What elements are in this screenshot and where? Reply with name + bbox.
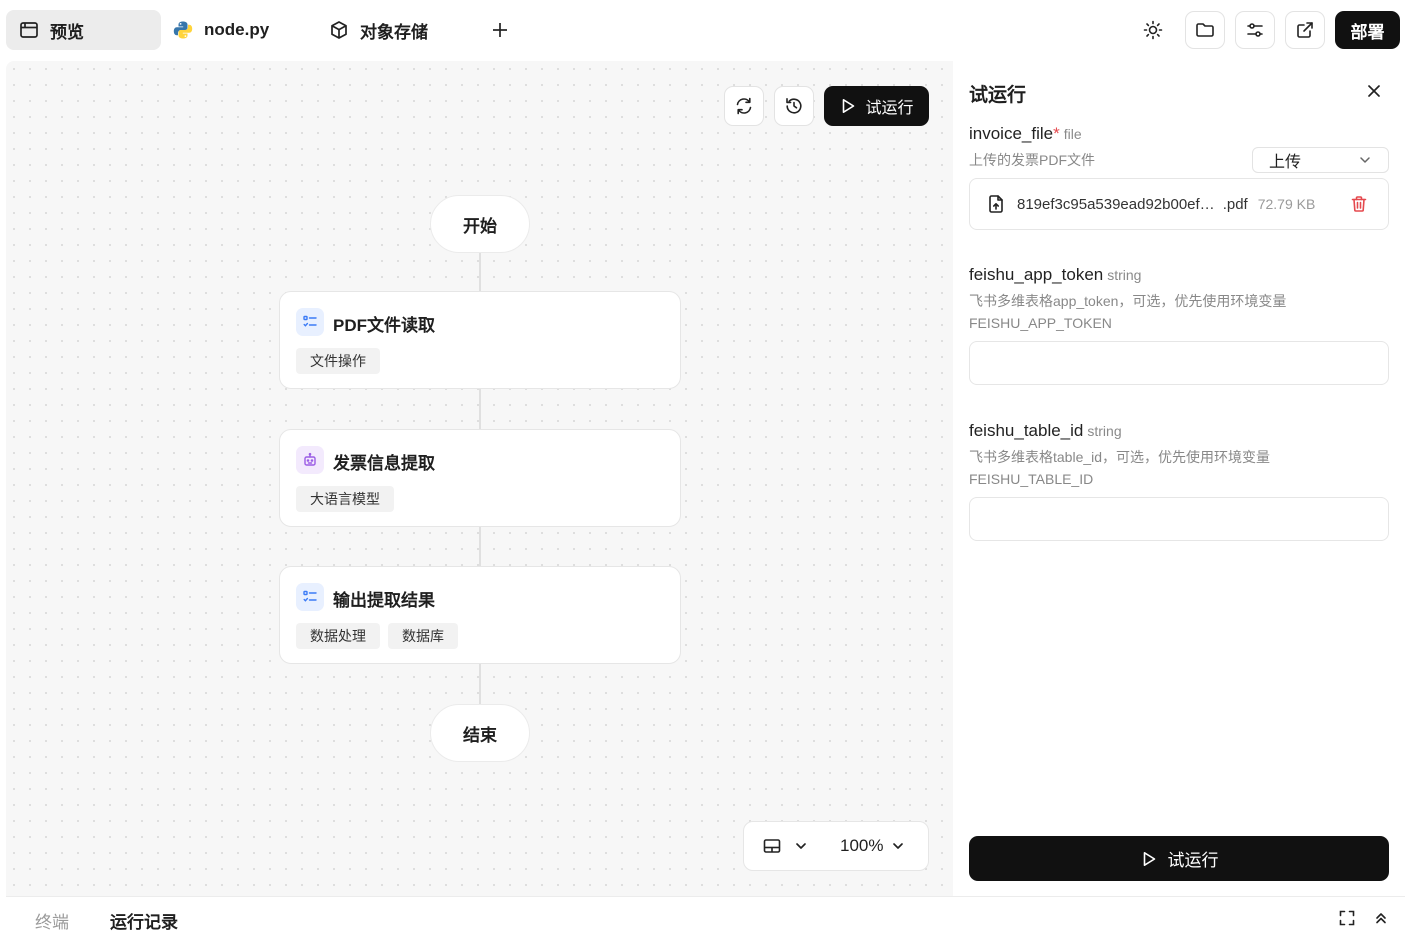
node-title: PDF文件读取 (333, 316, 435, 335)
file-name: 819ef3c95a539ead92b00ef… (1017, 195, 1215, 213)
list-icon (296, 308, 324, 336)
canvas-controls: 100% (743, 821, 929, 871)
field-label-feishu-table-id: feishu_table_id string (969, 421, 1122, 441)
top-bar: 预览 node.py 对象存储 部署 (0, 0, 1413, 60)
window-icon (18, 19, 40, 41)
delete-file-button[interactable] (1350, 195, 1368, 218)
python-icon (172, 19, 194, 41)
workflow-node-pdf-read[interactable]: PDF文件读取 文件操作 (279, 291, 681, 389)
node-tag: 文件操作 (296, 348, 380, 374)
external-link-icon (1297, 22, 1313, 38)
submit-run-label: 试运行 (1167, 851, 1219, 870)
field-desc: 飞书多维表格table_id，可选，优先使用环境变量FEISHU_TABLE_I… (969, 449, 1271, 487)
bottom-panel-bar: 终端 运行记录 (6, 896, 1405, 938)
tab-object-storage[interactable]: 对象存储 (316, 10, 471, 50)
tab-node-py[interactable]: node.py (160, 10, 300, 50)
expand-panel-button[interactable] (1371, 908, 1391, 928)
node-title: 发票信息提取 (333, 454, 435, 473)
theme-toggle-button[interactable] (1133, 11, 1173, 49)
file-ext: .pdf (1222, 195, 1248, 213)
flow-connector (479, 251, 481, 291)
node-tag: 数据处理 (296, 623, 380, 649)
refresh-button[interactable] (724, 86, 764, 126)
tab-label: 对象存储 (360, 22, 428, 42)
field-type: string (1107, 267, 1142, 283)
flow-connector (479, 389, 481, 429)
tab-run-history[interactable]: 运行记录 (110, 908, 178, 933)
field-type: string (1087, 423, 1122, 439)
history-icon (786, 98, 802, 114)
zoom-select[interactable]: 100% (840, 836, 905, 856)
file-upload-icon (989, 195, 1003, 213)
tab-terminal[interactable]: 终端 (35, 908, 69, 933)
chevron-down-icon (1360, 157, 1370, 163)
workflow-node-invoice-extract[interactable]: 发票信息提取 大语言模型 (279, 429, 681, 527)
field-label-feishu-app-token: feishu_app_token string (969, 265, 1141, 285)
layout-toggle[interactable] (762, 836, 808, 856)
field-type: file (1063, 126, 1082, 142)
robot-icon (296, 446, 324, 474)
add-tab-button[interactable] (486, 16, 514, 44)
tab-preview[interactable]: 预览 (6, 10, 161, 50)
close-icon (1368, 85, 1380, 97)
flow-connector (479, 664, 481, 706)
chevron-down-icon (796, 843, 806, 849)
node-tag: 数据库 (388, 623, 458, 649)
field-name: feishu_app_token (969, 265, 1104, 284)
workflow-canvas[interactable]: 试运行 开始 PDF文件读取 文件操作 发票信息提取 大语言模型 输出提取结果 … (6, 61, 953, 896)
folder-icon (1196, 23, 1214, 37)
sliders-icon (1247, 23, 1263, 37)
test-run-button[interactable]: 试运行 (824, 86, 929, 126)
required-mark: * (1053, 124, 1060, 143)
node-title: 输出提取结果 (333, 591, 435, 610)
plus-icon (493, 23, 507, 37)
field-label-invoice-file: invoice_file* file (969, 124, 1082, 144)
history-button[interactable] (774, 86, 814, 126)
deploy-button[interactable]: 部署 (1335, 11, 1400, 49)
sun-icon (1143, 20, 1163, 40)
file-size: 72.79 KB (1257, 196, 1316, 212)
zoom-level: 100% (840, 836, 884, 855)
tab-label: node.py (204, 20, 270, 39)
end-node[interactable]: 结束 (430, 704, 530, 762)
node-tag: 大语言模型 (296, 486, 394, 512)
test-run-panel: 试运行 invoice_file* file 上传的发票PDF文件 上传 819e… (953, 61, 1405, 896)
list-icon (296, 583, 324, 611)
folder-button[interactable] (1185, 11, 1225, 49)
close-panel-button[interactable] (1362, 79, 1386, 103)
fullscreen-icon (1339, 910, 1355, 926)
fullscreen-button[interactable] (1337, 908, 1357, 928)
field-desc: 飞书多维表格app_token，可选，优先使用环境变量FEISHU_APP_TO… (969, 293, 1287, 331)
refresh-icon (736, 97, 752, 115)
start-node[interactable]: 开始 (430, 195, 530, 253)
upload-mode-value: 上传 (1269, 154, 1302, 171)
submit-test-run-button[interactable]: 试运行 (969, 836, 1389, 881)
flow-connector (479, 527, 481, 567)
settings-button[interactable] (1235, 11, 1275, 49)
feishu-table-id-input[interactable] (969, 497, 1389, 541)
workflow-node-output-result[interactable]: 输出提取结果 数据处理 数据库 (279, 566, 681, 664)
chevron-down-icon (893, 843, 904, 849)
chevrons-up-icon (1376, 913, 1386, 924)
uploaded-file: 819ef3c95a539ead92b00ef… .pdf 72.79 KB (969, 178, 1389, 230)
panel-title: 试运行 (969, 85, 1027, 106)
cube-icon (328, 19, 350, 41)
feishu-app-token-input[interactable] (969, 341, 1389, 385)
trash-icon (1351, 196, 1367, 212)
play-icon (1143, 851, 1155, 866)
tab-label: 预览 (50, 22, 84, 42)
field-name: invoice_file (969, 124, 1054, 143)
test-run-label: 试运行 (865, 100, 914, 117)
layout-icon (763, 839, 781, 853)
upload-mode-select[interactable]: 上传 (1252, 147, 1389, 173)
open-external-button[interactable] (1285, 11, 1325, 49)
field-name: feishu_table_id (969, 421, 1084, 440)
play-icon (843, 99, 855, 113)
